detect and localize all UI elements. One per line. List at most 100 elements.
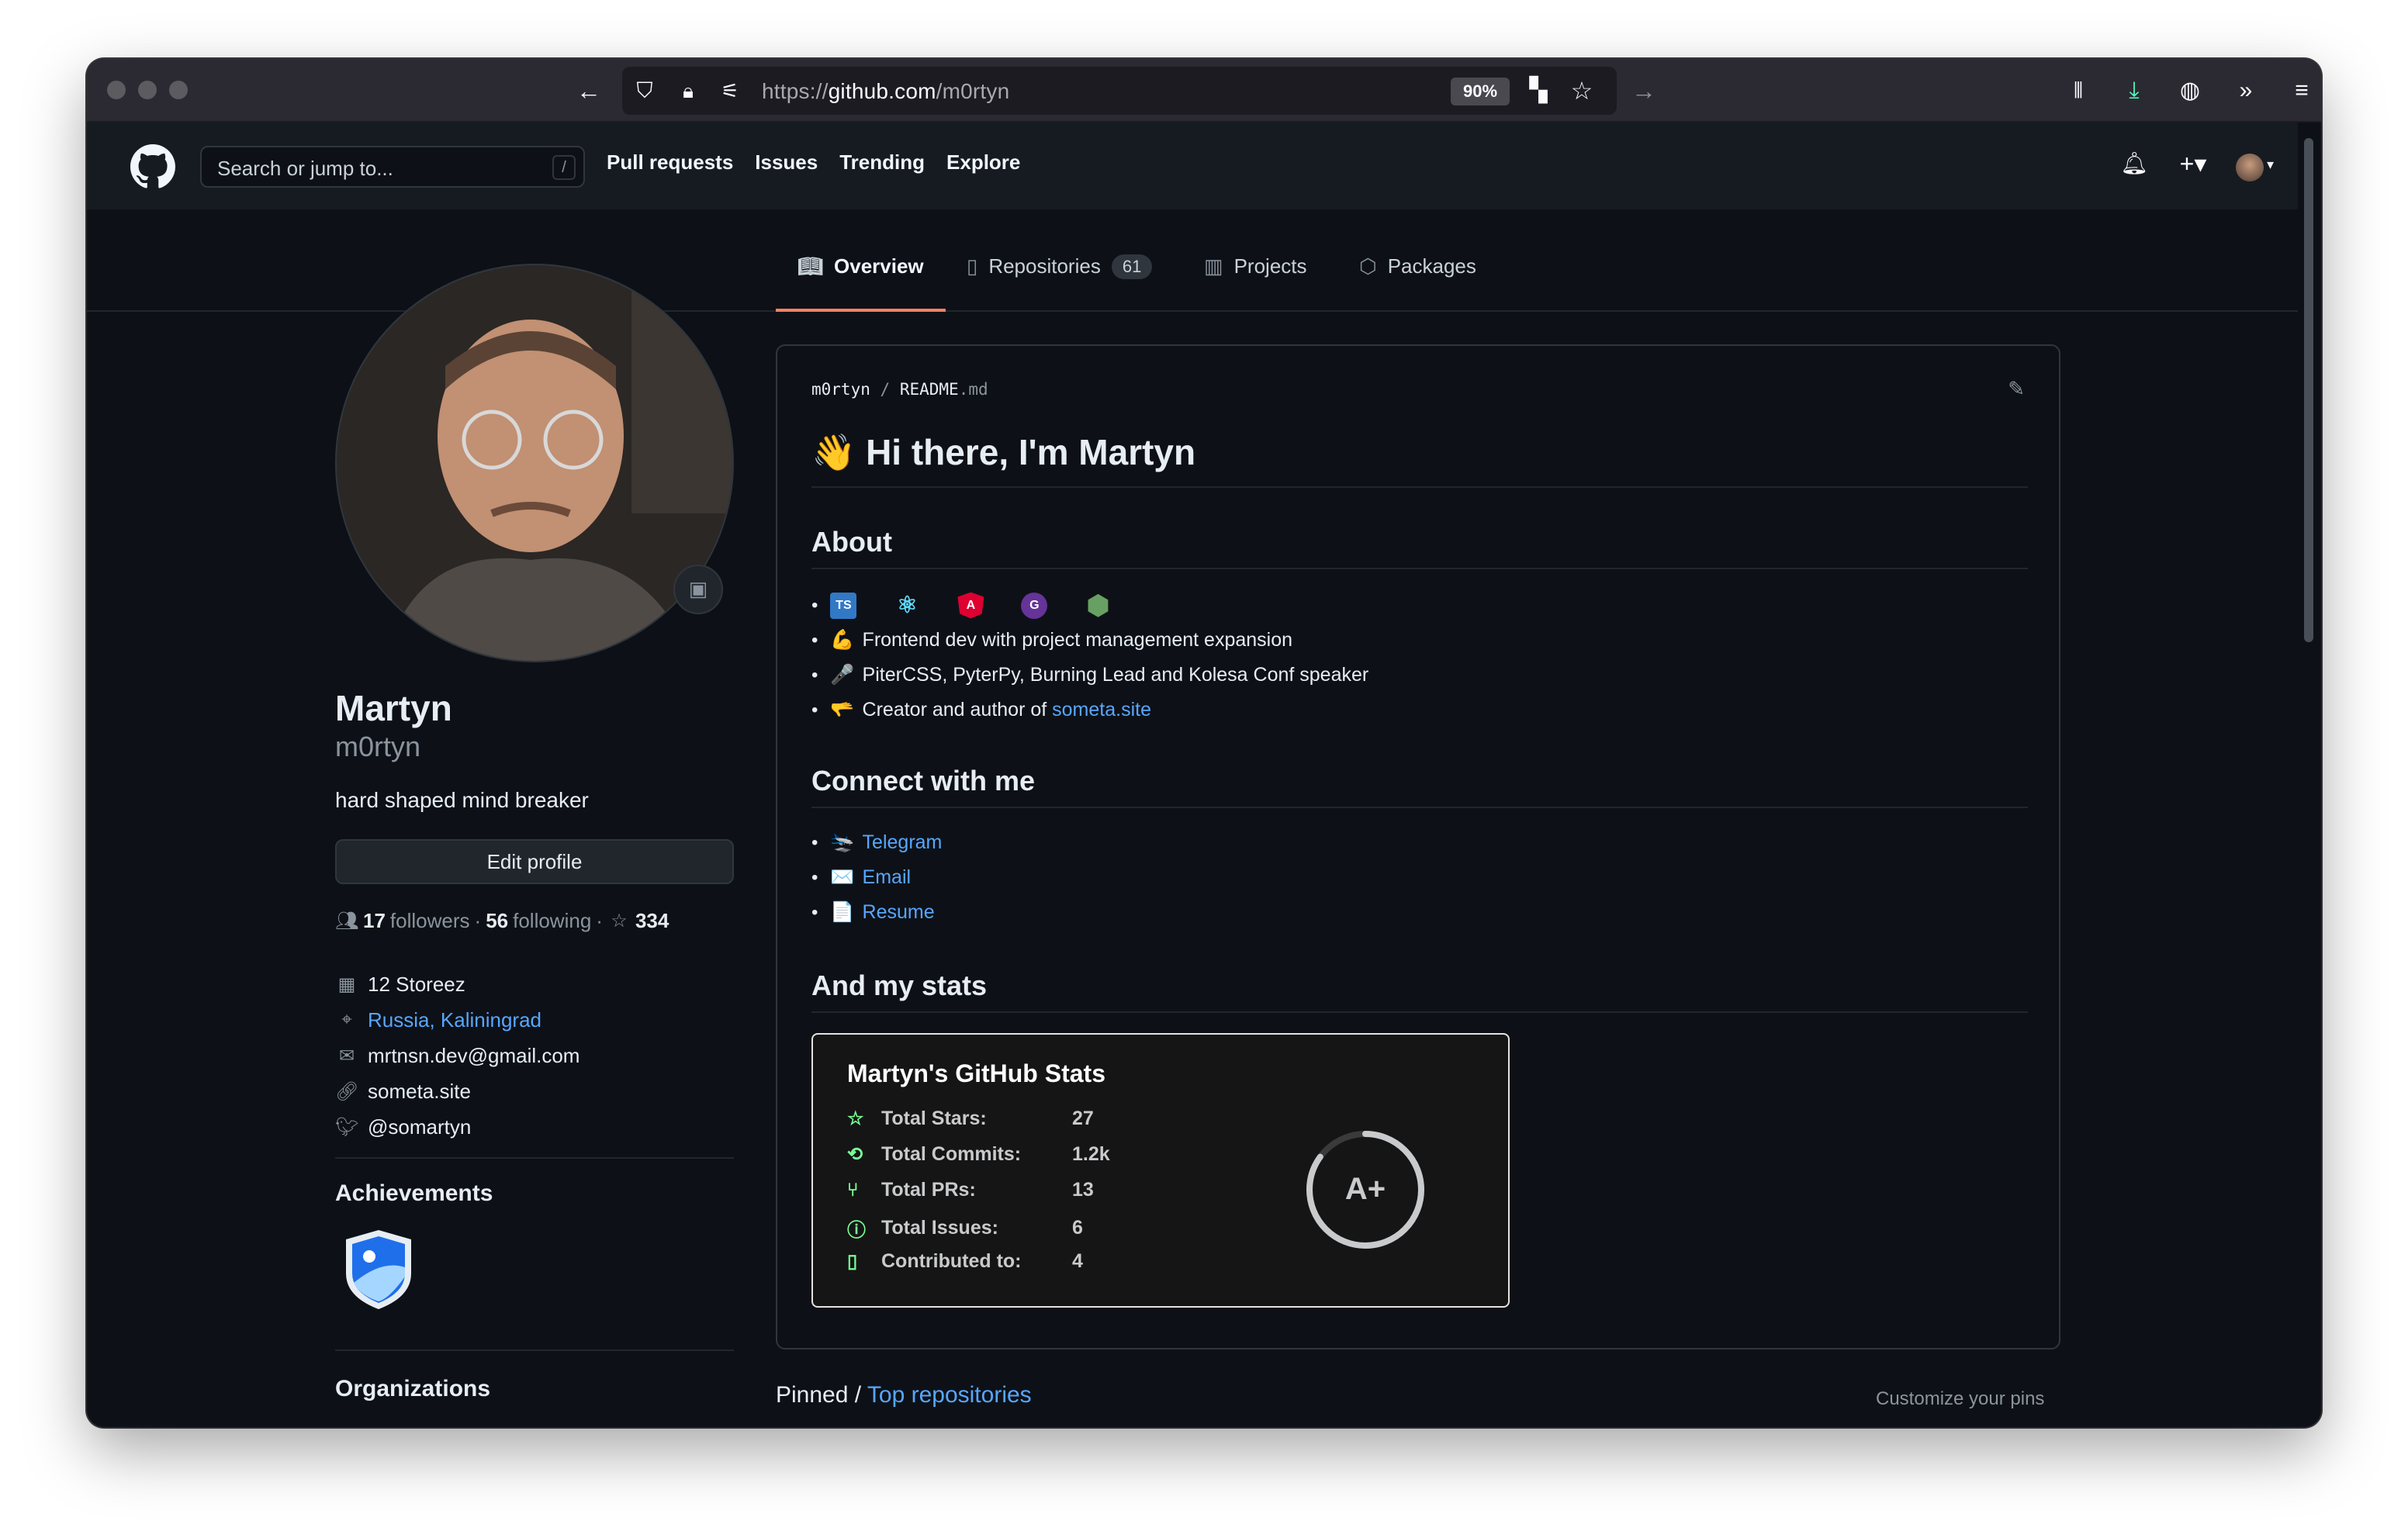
profile-readme: m0rtyn / README.md ✎ 👋 Hi there, I'm Mar…: [776, 344, 2060, 1350]
follow-stats: 👥︎ 17 followers · 56 following · ☆ 334: [335, 909, 669, 933]
achievement-badge-icon[interactable]: [343, 1229, 414, 1311]
star-icon: ☆: [847, 1108, 864, 1129]
back-arrow-icon[interactable]: ←: [571, 73, 607, 109]
user-avatar-menu[interactable]: [2236, 154, 2264, 181]
profile-avatar[interactable]: [335, 264, 734, 662]
organization-icon: ▦: [337, 973, 356, 995]
notifications-bell-icon[interactable]: 🔔︎: [2116, 146, 2152, 181]
following-label[interactable]: following: [513, 909, 591, 933]
gatsby-icon: G: [1021, 592, 1048, 619]
project-icon: ▥: [1204, 254, 1223, 278]
separator-dot: ·: [474, 909, 482, 932]
profile-tabs: 📖︎ Overview ▯ Repositories 61 ▥ Projects…: [87, 209, 2298, 312]
caret-down-icon[interactable]: ▾: [2267, 157, 2274, 173]
link-icon: 🔗︎: [335, 1080, 359, 1102]
permissions-icon[interactable]: ⚟: [712, 73, 748, 109]
nav-explore[interactable]: Explore: [946, 150, 1020, 175]
repo-icon: ▯: [967, 254, 978, 278]
scrollbar[interactable]: [2298, 123, 2321, 1427]
github-logo-icon[interactable]: [130, 144, 175, 189]
scrollbar-thumb[interactable]: [2304, 138, 2313, 642]
lock-icon[interactable]: 🔒︎: [670, 73, 706, 109]
repo-icon: ▯: [847, 1251, 858, 1272]
about-list: TS ⚛ A G ⬢ 💪Frontend dev with project ma…: [811, 588, 1368, 727]
stars-count[interactable]: 334: [635, 909, 669, 933]
followers-count[interactable]: 17: [363, 909, 386, 933]
twitter-icon: 🐦︎: [335, 1116, 359, 1138]
divider: [335, 1157, 734, 1159]
customize-pins-link[interactable]: Customize your pins: [1876, 1388, 2044, 1410]
issue-icon: ⓘ: [847, 1220, 866, 1241]
zoom-window-button[interactable]: [169, 81, 188, 99]
nav-pull-requests[interactable]: Pull requests: [607, 150, 733, 175]
telegram-link[interactable]: Telegram: [863, 831, 943, 854]
list-item: 🫳Creator and author of someta.site: [811, 693, 1368, 727]
github-header: Search or jump to... / Pull requests Iss…: [87, 123, 2298, 209]
edit-readme-pencil-icon[interactable]: ✎: [2008, 377, 2025, 401]
top-repositories-link[interactable]: Top repositories: [867, 1382, 1032, 1408]
someta-site-link[interactable]: someta.site: [1052, 699, 1151, 721]
url-text[interactable]: https://github.com/m0rtyn: [762, 79, 1009, 104]
nav-issues[interactable]: Issues: [755, 150, 818, 175]
download-icon[interactable]: ⤓: [2116, 73, 2152, 109]
organizations-title: Organizations: [335, 1376, 491, 1401]
email-link[interactable]: mrtnsn.dev@gmail.com: [368, 1044, 580, 1068]
create-new-dropdown-icon[interactable]: +▾: [2166, 146, 2220, 181]
menu-icon[interactable]: ≡: [2284, 73, 2320, 109]
hand-icon: 🫳: [830, 699, 855, 721]
envelope-icon: ✉️: [830, 866, 855, 888]
set-status-button[interactable]: ▣: [673, 565, 723, 614]
url-bar[interactable]: ⛉ 🔒︎ ⚟ https://github.com/m0rtyn 90% ▚ ☆: [622, 67, 1617, 115]
following-count[interactable]: 56: [486, 909, 508, 933]
location-icon: ⌖: [341, 1009, 352, 1030]
more-tools-icon[interactable]: »: [2228, 73, 2264, 109]
qr-code-icon[interactable]: ▚: [1521, 73, 1556, 109]
list-item: TS ⚛ A G ⬢: [811, 588, 1368, 623]
twitter-link[interactable]: @somartyn: [368, 1115, 471, 1139]
tab-projects[interactable]: ▥ Projects: [1204, 254, 1307, 312]
search-placeholder: Search or jump to...: [217, 157, 393, 180]
people-icon: 👥︎: [335, 911, 359, 931]
book-icon: 📖︎: [797, 254, 824, 278]
tab-overview[interactable]: 📖︎ Overview: [776, 254, 946, 312]
library-icon[interactable]: ⫴: [2060, 73, 2096, 109]
forward-arrow-icon[interactable]: →: [1626, 73, 1662, 109]
search-input[interactable]: Search or jump to... /: [200, 146, 585, 188]
airplane-icon: 🛬: [830, 831, 855, 853]
shield-icon[interactable]: ⛉: [627, 73, 663, 109]
edit-profile-button[interactable]: Edit profile: [335, 839, 734, 884]
search-shortcut-key: /: [552, 155, 576, 180]
readme-owner-link[interactable]: m0rtyn: [811, 380, 870, 399]
minimize-window-button[interactable]: [138, 81, 157, 99]
zoom-level[interactable]: 90%: [1451, 78, 1510, 105]
list-item: 🎤PiterCSS, PyterPy, Burning Lead and Kol…: [811, 658, 1368, 693]
grade-ring: A+: [1306, 1131, 1424, 1249]
readme-title: 👋 Hi there, I'm Martyn: [811, 431, 2028, 488]
bookmark-star-icon[interactable]: ☆: [1564, 73, 1600, 109]
location-link[interactable]: Russia, Kaliningrad: [368, 1008, 541, 1032]
close-window-button[interactable]: [107, 81, 126, 99]
stats-heading: And my stats: [811, 969, 2028, 1013]
divider: [335, 1350, 734, 1351]
github-stats-card[interactable]: Martyn's GitHub Stats ☆ Total Stars: 27 ⟲ T…: [811, 1033, 1510, 1308]
typescript-icon: TS: [830, 592, 857, 619]
stats-card-title: Martyn's GitHub Stats: [847, 1059, 1105, 1087]
vpn-globe-icon[interactable]: ◍: [2172, 73, 2208, 109]
browser-window: ← ⛉ 🔒︎ ⚟ https://github.com/m0rtyn 90% ▚…: [87, 59, 2321, 1427]
tab-packages[interactable]: ⬡ Packages: [1359, 254, 1476, 312]
resume-link[interactable]: Resume: [863, 901, 935, 924]
followers-label[interactable]: followers: [390, 909, 470, 933]
wave-icon: 👋: [811, 432, 856, 472]
stats-row: ☆ Total Stars: 27: [847, 1108, 1094, 1129]
pinned-heading: Pinned / Top repositories: [776, 1382, 1032, 1408]
nav-trending[interactable]: Trending: [839, 150, 925, 175]
email-readme-link[interactable]: Email: [863, 866, 912, 889]
list-item: 💪Frontend dev with project management ex…: [811, 623, 1368, 658]
tab-repositories[interactable]: ▯ Repositories 61: [967, 254, 1153, 312]
angular-icon: A: [957, 592, 984, 619]
website-link[interactable]: someta.site: [368, 1080, 471, 1104]
profile-login: m0rtyn: [335, 731, 421, 762]
readme-file-link[interactable]: README: [900, 380, 959, 399]
readme-path: m0rtyn / README.md: [811, 380, 988, 399]
achievements-title: Achievements: [335, 1180, 493, 1206]
